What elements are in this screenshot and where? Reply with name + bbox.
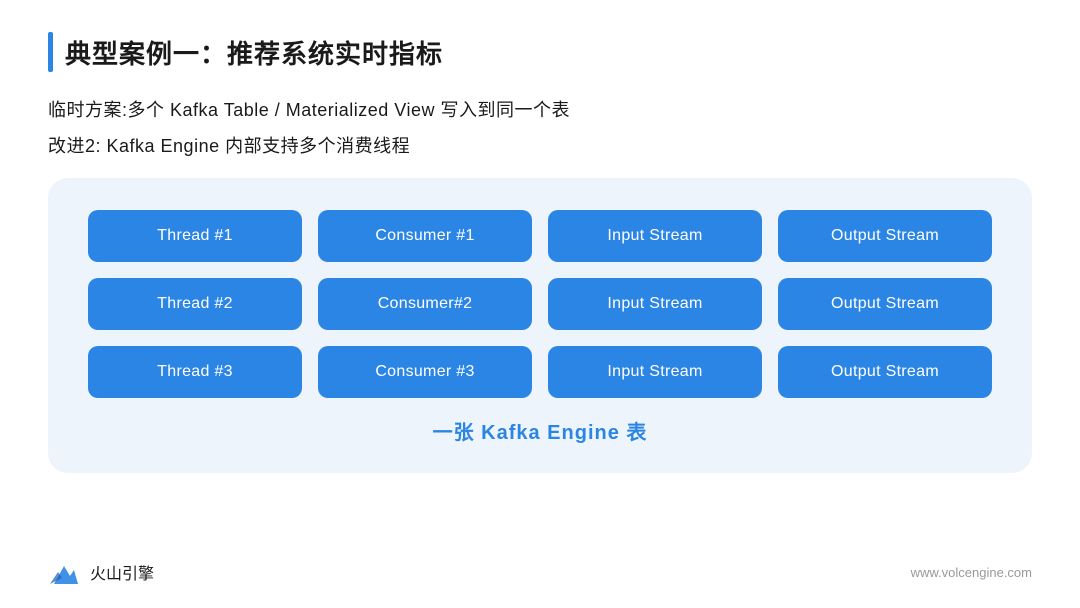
logo-mountain-icon [48, 556, 80, 588]
title-section: 典型案例一：推荐系统实时指标 [48, 32, 1032, 72]
diagram-row-3: Thread #3 Consumer #3 Input Stream Outpu… [88, 346, 992, 398]
output-stream-3-box: Output Stream [778, 346, 992, 398]
thread-3-box: Thread #3 [88, 346, 302, 398]
logo-text: 火山引擎 [90, 560, 154, 584]
thread-1-box: Thread #1 [88, 210, 302, 262]
output-stream-1-box: Output Stream [778, 210, 992, 262]
diagram-row-1: Thread #1 Consumer #1 Input Stream Outpu… [88, 210, 992, 262]
input-stream-1-box: Input Stream [548, 210, 762, 262]
consumer-1-box: Consumer #1 [318, 210, 532, 262]
diagram-row-2: Thread #2 Consumer#2 Input Stream Output… [88, 278, 992, 330]
consumer-3-box: Consumer #3 [318, 346, 532, 398]
consumer-2-box: Consumer#2 [318, 278, 532, 330]
diagram-rows: Thread #1 Consumer #1 Input Stream Outpu… [88, 210, 992, 398]
page: 典型案例一：推荐系统实时指标 临时方案:多个 Kafka Table / Mat… [0, 0, 1080, 608]
subtitle2: 改进2: Kafka Engine 内部支持多个消费线程 [48, 132, 1032, 158]
title-bar-decoration [48, 32, 53, 72]
diagram-container: Thread #1 Consumer #1 Input Stream Outpu… [48, 178, 1032, 473]
footer: 火山引擎 www.volcengine.com [48, 556, 1032, 588]
input-stream-3-box: Input Stream [548, 346, 762, 398]
thread-2-box: Thread #2 [88, 278, 302, 330]
diagram-bottom-label: 一张 Kafka Engine 表 [433, 416, 648, 445]
logo-area: 火山引擎 [48, 556, 154, 588]
page-title: 典型案例一：推荐系统实时指标 [65, 34, 443, 71]
website-text: www.volcengine.com [911, 565, 1032, 580]
output-stream-2-box: Output Stream [778, 278, 992, 330]
input-stream-2-box: Input Stream [548, 278, 762, 330]
subtitle1: 临时方案:多个 Kafka Table / Materialized View … [48, 96, 1032, 122]
